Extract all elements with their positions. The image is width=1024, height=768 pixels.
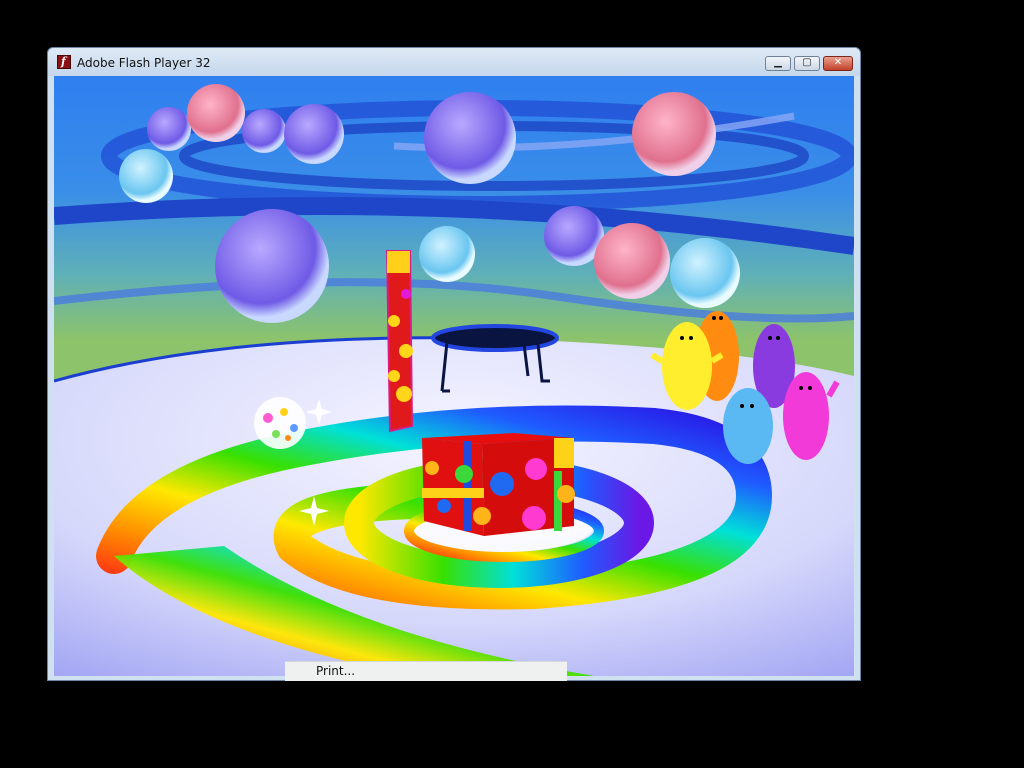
bubble-icon bbox=[424, 92, 516, 184]
maximize-button[interactable]: ▢ bbox=[794, 56, 820, 71]
bubble-icon bbox=[242, 109, 286, 153]
bubble-icon bbox=[670, 238, 740, 308]
bubble-icon bbox=[284, 104, 344, 164]
context-menu: Print... bbox=[285, 661, 567, 681]
gift-box-icon bbox=[422, 433, 575, 536]
title-bar[interactable]: f Adobe Flash Player 32 ▁ ▢ ✕ bbox=[48, 48, 860, 76]
flash-player-window: f Adobe Flash Player 32 ▁ ▢ ✕ bbox=[47, 47, 861, 681]
bubble-icon bbox=[419, 226, 475, 282]
minimize-button[interactable]: ▁ bbox=[765, 56, 791, 71]
print-menu-item[interactable]: Print... bbox=[316, 664, 355, 678]
blob-character-icon bbox=[723, 388, 773, 464]
bubble-icon bbox=[187, 84, 245, 142]
bubble-icon bbox=[119, 149, 173, 203]
bubble-icon bbox=[594, 223, 670, 299]
bubble-icon bbox=[632, 92, 716, 176]
flash-game-stage[interactable] bbox=[54, 76, 854, 676]
window-title: Adobe Flash Player 32 bbox=[77, 56, 211, 70]
close-button[interactable]: ✕ bbox=[823, 56, 853, 71]
bouncy-ball-icon bbox=[254, 397, 306, 449]
lamp-post-icon bbox=[385, 250, 414, 433]
flash-app-icon[interactable]: f bbox=[57, 55, 71, 69]
bubble-icon bbox=[215, 209, 329, 323]
game-scene bbox=[54, 76, 854, 676]
bubble-icon bbox=[147, 107, 191, 151]
